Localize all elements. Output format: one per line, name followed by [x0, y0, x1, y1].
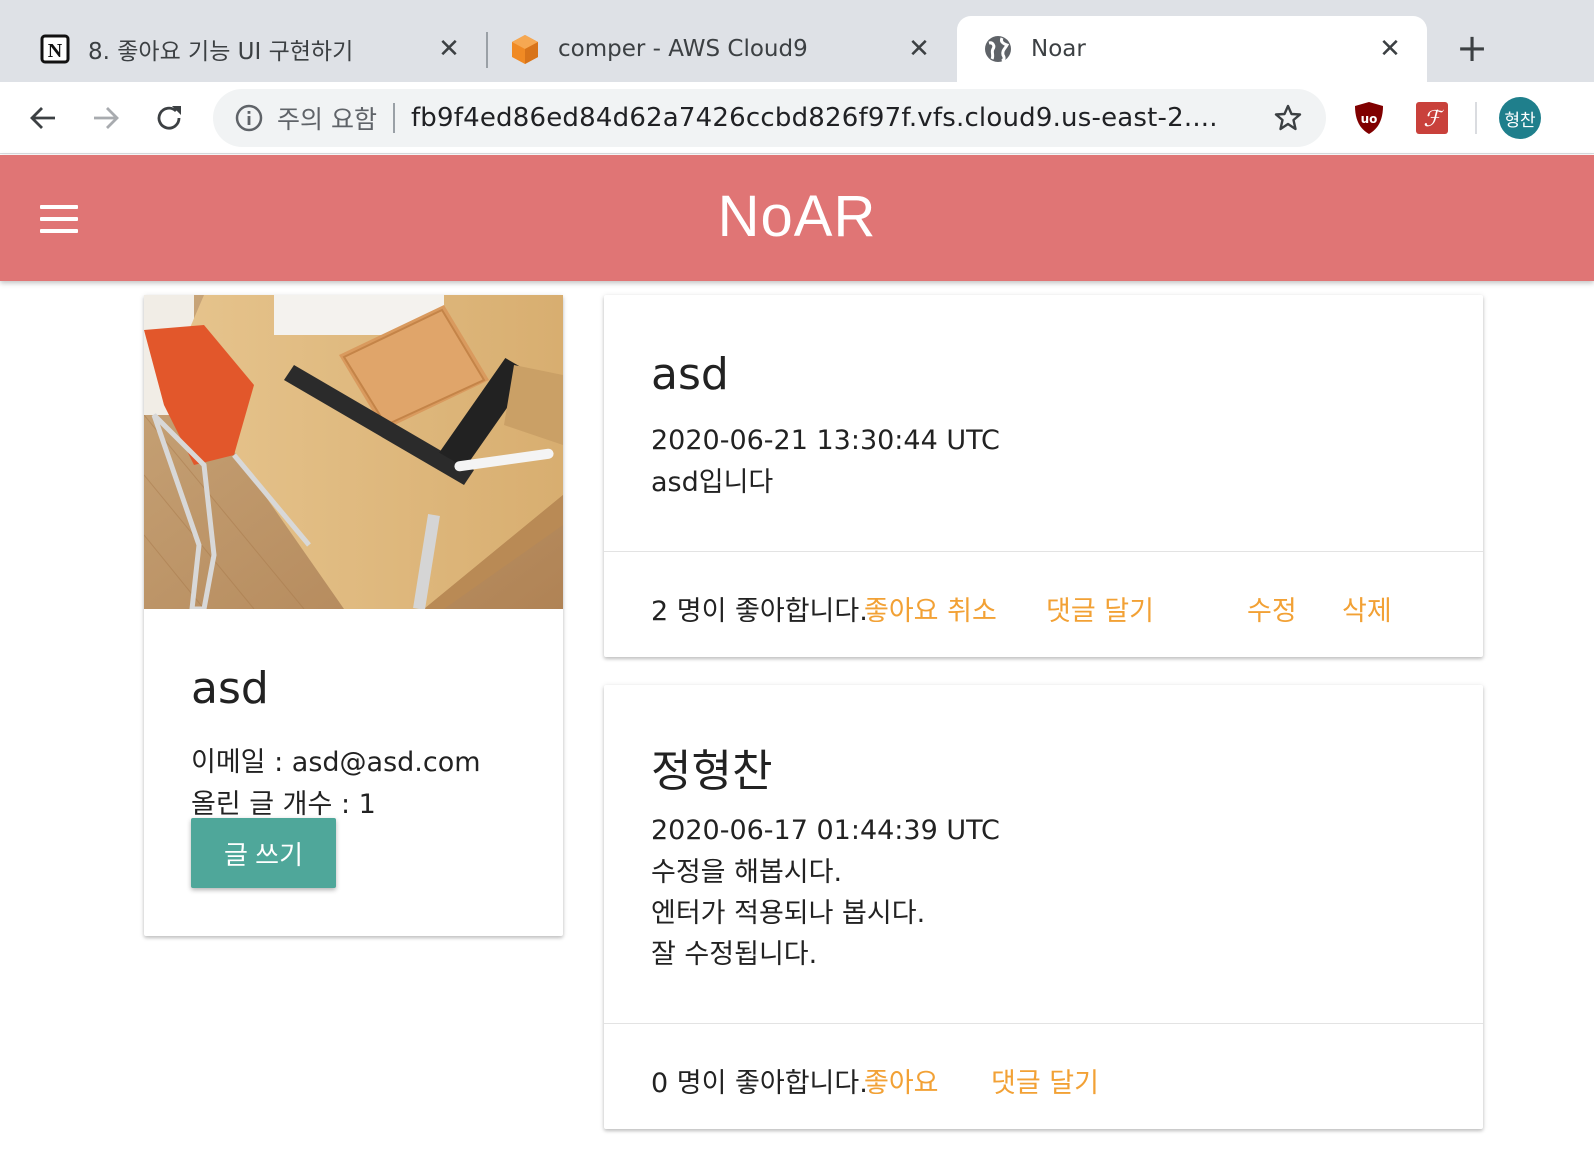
profile-name: asd	[191, 663, 269, 714]
address-bar[interactable]: 주의 요함 fb9f4ed86ed84d62a7426ccbd826f97f.v…	[213, 89, 1326, 147]
bookmark-star-icon[interactable]	[1268, 98, 1308, 138]
address-divider	[392, 103, 395, 133]
tab-separator	[486, 32, 488, 68]
comment-link[interactable]: 댓글 달기	[991, 1061, 1099, 1100]
profile-cover-image	[144, 295, 563, 609]
likes-count: 2 명이 좋아합니다.	[651, 596, 868, 627]
post-date: 2020-06-17 01:44:39 UTC	[651, 815, 1000, 846]
profile-email: 이메일 : asd@asd.com	[191, 747, 481, 778]
forward-button[interactable]	[82, 94, 130, 142]
likes-count: 0 명이 좋아합니다.	[651, 1068, 868, 1099]
arrow-right-icon	[94, 107, 119, 129]
tab-title: comper - AWS Cloud9	[558, 36, 808, 62]
app-header: NoAR	[0, 155, 1594, 281]
profile-card: asd 이메일 : asd@asd.com 올린 글 개수 : 1 글 쓰기	[144, 295, 563, 936]
url-text[interactable]: fb9f4ed86ed84d62a7426ccbd826f97f.vfs.clo…	[411, 103, 1268, 133]
info-icon[interactable]	[233, 102, 265, 134]
close-icon[interactable]: ✕	[434, 34, 464, 64]
globe-icon	[981, 32, 1015, 66]
tab-notion[interactable]: N 8. 좋아요 기능 UI 구현하기 ✕	[0, 16, 486, 82]
profile-avatar[interactable]: 형찬	[1499, 97, 1541, 139]
aws-cloud9-icon	[508, 32, 542, 66]
unlike-link[interactable]: 좋아요 취소	[864, 589, 997, 628]
post-actions: 2 명이 좋아합니다. 좋아요 취소 댓글 달기 수정 삭제	[604, 551, 1483, 657]
delete-link[interactable]: 삭제	[1342, 589, 1392, 628]
close-icon[interactable]: ✕	[1375, 34, 1405, 64]
post-date: 2020-06-21 13:30:44 UTC	[651, 425, 1000, 456]
post-card: asd 2020-06-21 13:30:44 UTC asd입니다 2 명이 …	[604, 295, 1483, 657]
tab-title: 8. 좋아요 기능 UI 구현하기	[88, 39, 354, 65]
write-post-button[interactable]: 글 쓰기	[191, 818, 336, 888]
post-card: 정형찬 2020-06-17 01:44:39 UTC 수정을 해봅시다. 엔터…	[604, 685, 1483, 1129]
tab-title: Noar	[1031, 36, 1086, 62]
post-actions: 0 명이 좋아합니다. 좋아요 댓글 달기	[604, 1023, 1483, 1129]
tab-noar[interactable]: Noar ✕	[957, 16, 1427, 82]
browser-tabstrip: N 8. 좋아요 기능 UI 구현하기 ✕ comper - AWS Cloud…	[0, 0, 1594, 82]
post-title: asd	[651, 349, 729, 400]
comment-link[interactable]: 댓글 달기	[1046, 589, 1154, 628]
font-extension-icon[interactable]: ℱ	[1414, 100, 1450, 136]
arrow-left-icon	[30, 107, 55, 129]
svg-text:N: N	[48, 40, 63, 62]
post-body: 수정을 해봅시다. 엔터가 적용되나 봅시다. 잘 수정됩니다.	[651, 857, 926, 970]
new-tab-button[interactable]: +	[1452, 26, 1492, 70]
back-button[interactable]	[19, 94, 67, 142]
toolbar-separator	[1475, 102, 1477, 134]
security-warning[interactable]: 주의 요함	[277, 100, 377, 136]
reload-icon	[157, 106, 181, 130]
edit-link[interactable]: 수정	[1247, 589, 1297, 628]
extension-label: uo	[1361, 112, 1378, 126]
app-title[interactable]: NoAR	[0, 183, 1594, 250]
profile-post-count: 올린 글 개수 : 1	[191, 789, 376, 820]
ublock-origin-icon[interactable]: uo	[1351, 100, 1387, 136]
post-body: asd입니다	[651, 467, 774, 498]
close-icon[interactable]: ✕	[904, 34, 934, 64]
notion-icon: N	[38, 32, 72, 66]
reload-button[interactable]	[145, 94, 193, 142]
browser-toolbar: 주의 요함 fb9f4ed86ed84d62a7426ccbd826f97f.v…	[0, 82, 1594, 154]
like-link[interactable]: 좋아요	[864, 1061, 939, 1100]
post-title: 정형찬	[651, 746, 773, 797]
tab-cloud9[interactable]: comper - AWS Cloud9 ✕	[490, 16, 956, 82]
